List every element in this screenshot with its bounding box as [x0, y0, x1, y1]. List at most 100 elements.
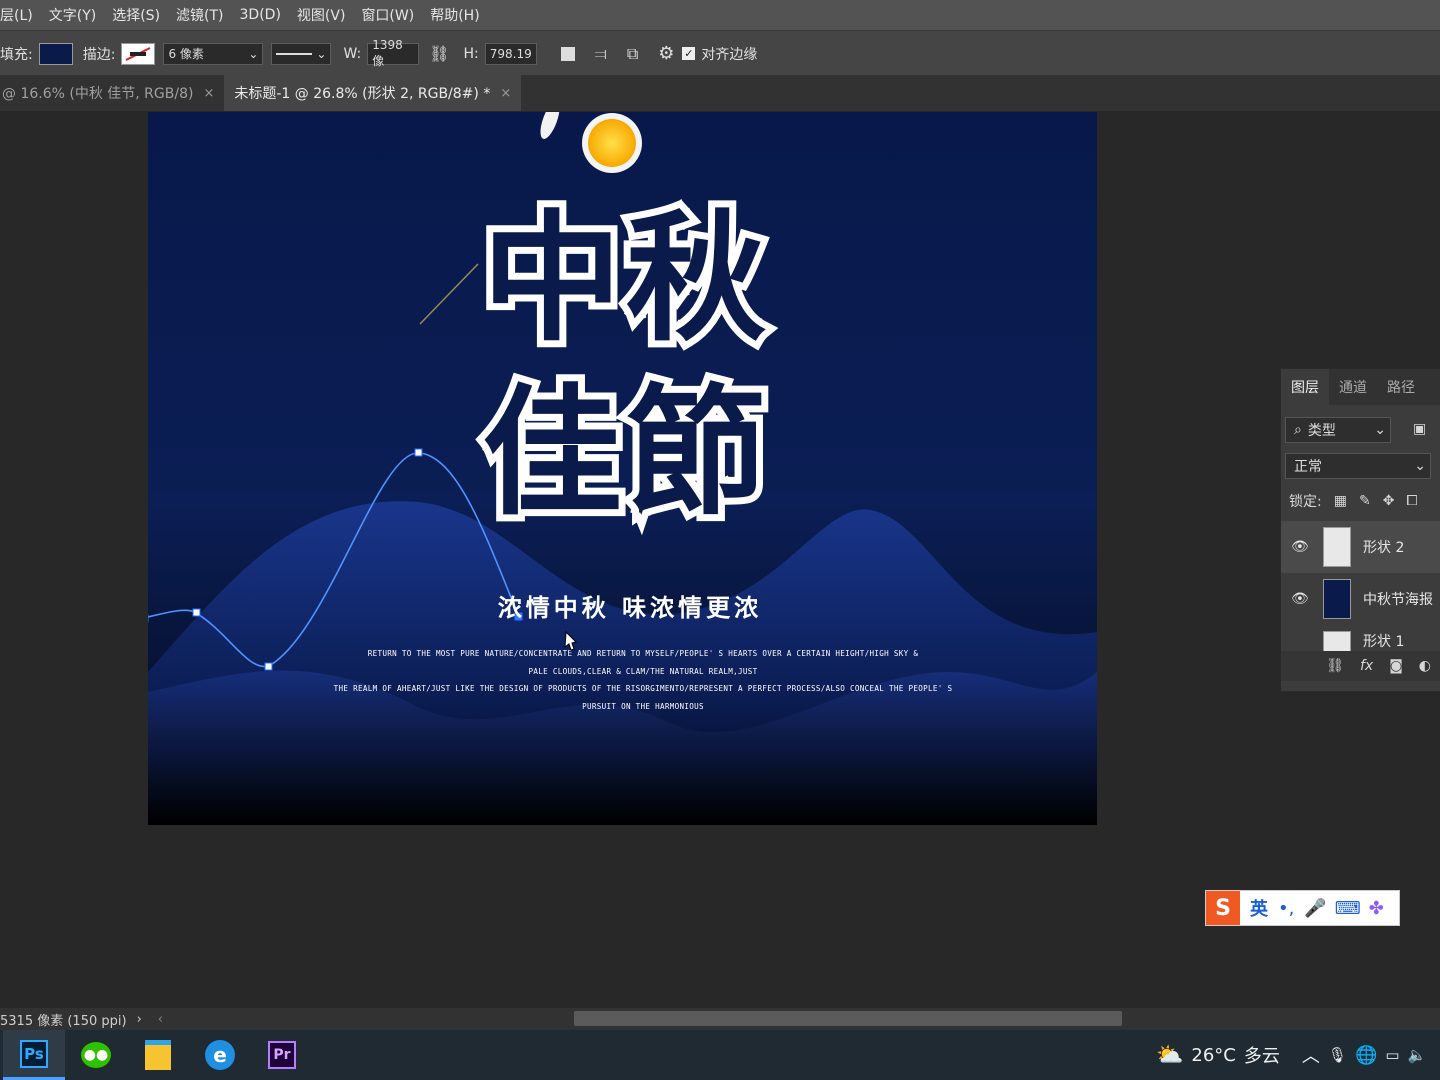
lock-row: 锁定: ▦ ✎ ✥ ⧠ [1289, 491, 1418, 511]
layer-filter-dropdown[interactable]: ⌕ 类型 ⌄ [1285, 417, 1391, 443]
microphone-icon[interactable]: 🎙 [1328, 1046, 1347, 1064]
premiere-icon: Pr [268, 1041, 296, 1069]
tab-label: 未标题-1 @ 26.8% (形状 2, RGB/8#) * [234, 86, 491, 102]
path-operations-icon[interactable] [560, 46, 575, 61]
ime-toolbar: S 英 •, 🎤 ⌨ ✤ [1205, 890, 1400, 926]
options-bar: 填充: 描边: 6 像素 ⌄ ⌄ W: 1398 像 ⛓ H: 798.19 ⫤ … [0, 30, 1440, 76]
pen-cursor-icon [564, 630, 577, 651]
fill-swatch[interactable] [38, 42, 73, 65]
volume-icon[interactable]: 🔈 [1408, 1046, 1427, 1064]
body-line: THE REALM OF AHEART/JUST LIKE THE DESIGN… [333, 684, 953, 693]
lock-transparent-icon[interactable]: ▦ [1334, 493, 1347, 509]
blend-mode-dropdown[interactable]: 正常 ⌄ [1285, 453, 1431, 479]
fx-icon[interactable]: fx [1360, 658, 1373, 674]
menu-3d[interactable]: 3D(D) [232, 7, 289, 23]
tab-channels[interactable]: 通道 [1329, 369, 1377, 405]
weather-desc[interactable]: 多云 [1244, 1042, 1280, 1068]
link-icon[interactable]: ⛓ [429, 44, 449, 63]
no-stroke-icon [125, 46, 151, 61]
link-layers-icon[interactable]: ⛓ [1326, 658, 1344, 674]
body-line: PURSUIT ON THE HARMONIOUS [582, 701, 704, 711]
menu-help[interactable]: 帮助(H) [422, 5, 487, 25]
ime-mode-toggle[interactable]: 英 [1250, 895, 1268, 921]
battery-icon[interactable]: ▭ [1385, 1046, 1399, 1064]
gear-icon[interactable]: ⚙ [658, 43, 674, 64]
document-canvas[interactable]: 中秋 佳節 浓情中秋 味浓情更浓 RETURN TO THE MOST PURE… [148, 112, 1097, 825]
tab-paths[interactable]: 路径 [1377, 369, 1425, 405]
notepad-icon [145, 1040, 171, 1070]
moon-lantern [588, 119, 636, 167]
anchor-point [192, 608, 201, 617]
lock-artboard-icon[interactable]: ⧠ [1406, 493, 1417, 509]
lock-position-icon[interactable]: ✥ [1383, 493, 1395, 509]
menu-window[interactable]: 窗口(W) [353, 5, 422, 25]
panel-tabs: 图层 通道 路径 [1281, 369, 1440, 405]
eye-icon[interactable]: 👁 [1291, 591, 1309, 607]
image-filter-icon[interactable]: ▣ [1413, 421, 1426, 437]
poster-subtitle: 浓情中秋 味浓情更浓 [497, 594, 763, 622]
taskbar: Ps ●● e Pr ⛅ 26°C 多云 ︿ 🎙 🌐 ▭ 🔈 [0, 1030, 1440, 1080]
taskbar-notepad[interactable] [127, 1030, 189, 1080]
microphone-icon[interactable]: 🎤 [1304, 898, 1326, 919]
globe-icon[interactable]: 🌐 [1355, 1045, 1377, 1066]
menu-select[interactable]: 选择(S) [104, 5, 168, 25]
line-style-icon [276, 52, 313, 55]
layer-row-poster[interactable]: 👁 中秋节海报 [1281, 573, 1440, 625]
tab-doc-1[interactable]: @ 16.6% (中秋 佳节, RGB/8) × [0, 75, 224, 111]
layer-name: 形状 1 [1363, 634, 1405, 650]
adjustment-icon[interactable]: ◐ [1419, 658, 1431, 674]
apps-grid-icon[interactable]: ✤ [1369, 898, 1384, 919]
chevron-down-icon: ⌄ [316, 46, 327, 61]
ps-icon: Ps [20, 1039, 48, 1068]
panel-footer: ⛓ fx ◙ ◐ [1281, 651, 1440, 681]
status-arrow-icon[interactable]: › [137, 1012, 142, 1027]
stroke-width-field[interactable]: 6 像素 ⌄ [163, 42, 264, 65]
scroll-left-icon[interactable]: ‹ [158, 1012, 163, 1027]
height-label: H: [463, 45, 479, 62]
layers-panel: 图层 通道 路径 ⌕ 类型 ⌄ ▣ 正常 ⌄ 锁定: ▦ ✎ ✥ ⧠ 👁 形状 … [1280, 368, 1440, 692]
lock-label: 锁定: [1289, 494, 1322, 510]
menu-view[interactable]: 视图(V) [289, 5, 354, 25]
layer-thumbnail [1323, 579, 1351, 619]
eye-icon[interactable]: 👁 [1291, 539, 1309, 555]
blend-mode-value: 正常 [1294, 459, 1322, 475]
ie-icon: e [205, 1040, 235, 1070]
layer-name: 中秋节海报 [1363, 592, 1433, 608]
taskbar-premiere[interactable]: Pr [251, 1030, 313, 1080]
menu-layer[interactable]: 层(L) [0, 5, 41, 25]
horizontal-scrollbar[interactable] [574, 1011, 1122, 1026]
layer-thumbnail [1323, 527, 1351, 567]
stroke-type-dropdown[interactable]: ⌄ [271, 42, 332, 65]
menu-type[interactable]: 文字(Y) [41, 5, 104, 25]
height-field[interactable]: 798.19 [484, 42, 537, 65]
document-info[interactable]: 5315 像素 (150 ppi) [0, 1010, 127, 1029]
cloud-weather-icon[interactable]: ⛅ [1156, 1043, 1183, 1068]
close-icon[interactable]: × [500, 86, 511, 101]
close-icon[interactable]: × [203, 86, 214, 101]
width-field[interactable]: 1398 像 [367, 38, 420, 68]
taskbar-ie[interactable]: e [189, 1030, 251, 1080]
chevron-down-icon: ⌄ [1374, 422, 1386, 438]
menu-bar: 层(L) 文字(Y) 选择(S) 滤镜(T) 3D(D) 视图(V) 窗口(W)… [0, 0, 1440, 30]
sogou-logo-icon: S [1206, 891, 1240, 925]
lock-pixels-icon[interactable]: ✎ [1359, 493, 1371, 509]
title-line-2: 佳節 [475, 367, 773, 541]
layer-row-shape2[interactable]: 👁 形状 2 [1281, 521, 1440, 573]
keyboard-icon[interactable]: ⌨ [1335, 898, 1361, 919]
tab-doc-2[interactable]: 未标题-1 @ 26.8% (形状 2, RGB/8#) * × [224, 75, 522, 111]
taskbar-photoshop[interactable]: Ps [3, 1030, 65, 1080]
path-alignment-icon[interactable]: ⫤ [595, 44, 607, 64]
search-icon: ⌕ [1294, 422, 1302, 438]
weather-temp[interactable]: 26°C [1191, 1045, 1235, 1066]
path-arrangement-icon[interactable]: ⧉ [627, 44, 638, 64]
align-edges-checkbox[interactable]: ✓ [682, 47, 696, 60]
stroke-swatch[interactable] [121, 42, 156, 65]
tab-layers[interactable]: 图层 [1281, 369, 1329, 405]
menu-filter[interactable]: 滤镜(T) [168, 5, 231, 25]
chevron-up-icon[interactable]: ︿ [1302, 1042, 1320, 1068]
poster-body-text: RETURN TO THE MOST PURE NATURE/CONCENTRA… [268, 645, 1018, 715]
taskbar-wechat[interactable]: ●● [65, 1030, 127, 1080]
mask-icon[interactable]: ◙ [1389, 658, 1403, 674]
ime-punct-toggle[interactable]: •, [1278, 898, 1294, 919]
system-tray: ⛅ 26°C 多云 ︿ 🎙 🌐 ▭ 🔈 [1156, 1030, 1426, 1080]
